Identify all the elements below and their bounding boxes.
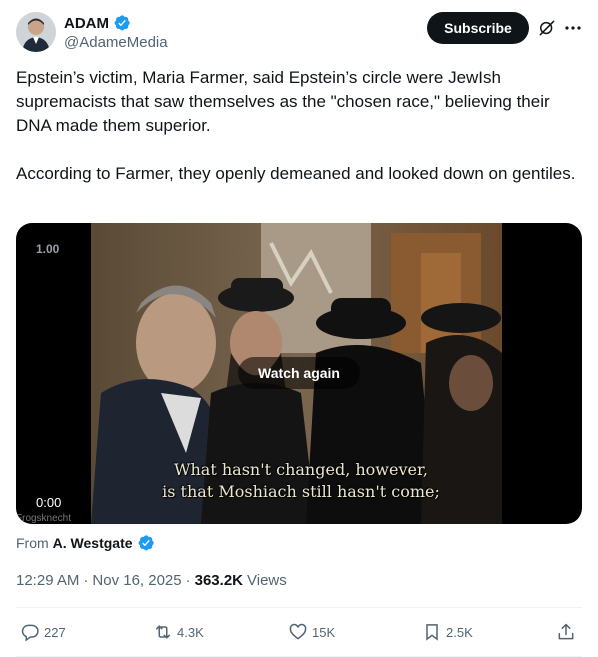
tweet-meta: 12:29 AM · Nov 16, 2025 · 363.2K Views bbox=[16, 570, 287, 590]
video-source: From A. Westgate bbox=[16, 533, 155, 553]
tweet-header: ADAM @AdameMedia Subscribe bbox=[16, 12, 582, 56]
divider bbox=[16, 607, 582, 608]
bookmark-count: 2.5K bbox=[446, 624, 473, 640]
subtitle-line: What hasn't changed, however, bbox=[174, 460, 428, 479]
repost-icon bbox=[156, 625, 170, 639]
verified-badge-icon bbox=[138, 535, 154, 551]
tweet-paragraph: According to Farmer, they openly demeane… bbox=[16, 164, 576, 183]
author-handle[interactable]: @AdameMedia bbox=[64, 34, 168, 51]
playback-speed[interactable]: 1.00 bbox=[36, 242, 59, 256]
repost-button[interactable]: 4.3K bbox=[153, 620, 204, 644]
reply-count: 227 bbox=[44, 624, 66, 640]
author-block: ADAM @AdameMedia bbox=[64, 13, 168, 52]
meta-separator: · bbox=[83, 571, 89, 589]
reply-button[interactable]: 227 bbox=[20, 620, 66, 644]
action-bar: 227 4.3K 15K 2.5K bbox=[16, 620, 582, 644]
share-icon bbox=[558, 623, 574, 640]
video-player[interactable]: 1.00 0:00 Frogsknecht Watch again What h… bbox=[16, 223, 582, 524]
like-button[interactable]: 15K bbox=[288, 620, 335, 644]
source-name[interactable]: A. Westgate bbox=[53, 535, 133, 551]
video-watermark: Frogsknecht bbox=[16, 513, 72, 524]
repost-count: 4.3K bbox=[177, 624, 204, 640]
like-count: 15K bbox=[312, 624, 336, 640]
tweet-text: Epstein’s victim, Maria Farmer, said Eps… bbox=[16, 66, 582, 186]
source-prefix: From bbox=[16, 535, 49, 551]
tweet-time[interactable]: 12:29 AM bbox=[16, 572, 79, 589]
meta-separator: · bbox=[185, 571, 191, 589]
avatar[interactable] bbox=[16, 12, 56, 52]
views-label: Views bbox=[247, 571, 287, 589]
reply-icon bbox=[21, 624, 39, 642]
tweet-paragraph: Epstein’s victim, Maria Farmer, said Eps… bbox=[16, 68, 550, 135]
video-subtitle: What hasn't changed, however, is that Mo… bbox=[146, 459, 456, 503]
subtitle-line: is that Moshiach still hasn't come; bbox=[162, 482, 440, 501]
author-display-name[interactable]: ADAM bbox=[64, 15, 109, 32]
tweet-date[interactable]: Nov 16, 2025 bbox=[92, 572, 181, 589]
watch-again-button[interactable]: Watch again bbox=[238, 357, 360, 389]
share-button[interactable] bbox=[556, 620, 576, 644]
verified-badge-icon[interactable] bbox=[113, 14, 131, 32]
video-timecode: 0:00 bbox=[36, 495, 62, 510]
avatar-image bbox=[16, 12, 56, 52]
heart-icon bbox=[289, 623, 307, 640]
views-count: 363.2K bbox=[194, 571, 243, 589]
bookmark-icon bbox=[426, 624, 438, 641]
bookmark-button[interactable]: 2.5K bbox=[422, 620, 473, 644]
subscribe-button[interactable]: Subscribe bbox=[427, 12, 529, 44]
more-icon[interactable] bbox=[563, 18, 583, 38]
grok-icon[interactable] bbox=[537, 18, 557, 38]
